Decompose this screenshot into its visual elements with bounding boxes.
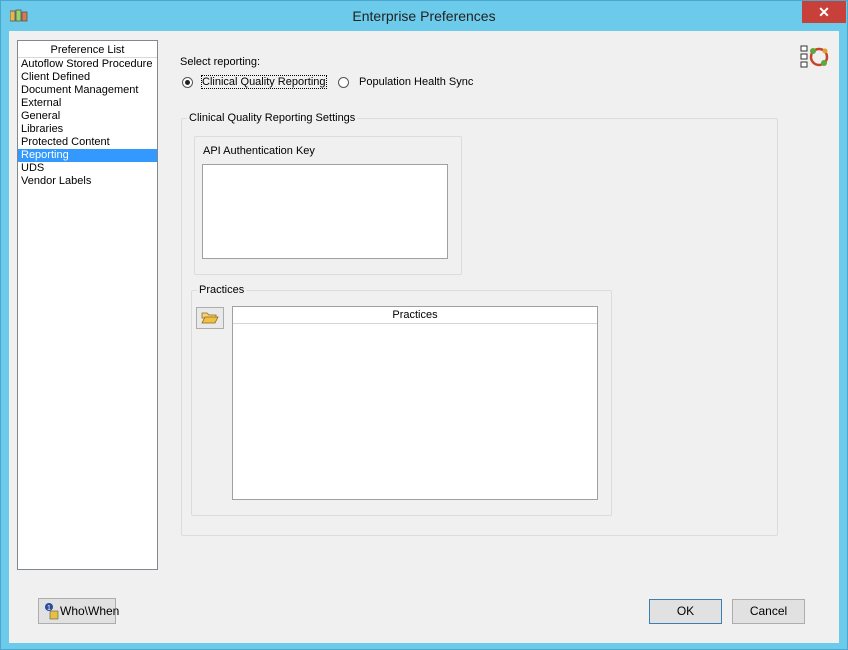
radio-label-clinical-quality-reporting[interactable]: Clinical Quality Reporting <box>201 75 327 89</box>
api-key-input[interactable] <box>202 164 448 259</box>
cqr-settings-title: Clinical Quality Reporting Settings <box>187 112 358 124</box>
preference-list-header: Preference List <box>18 43 157 58</box>
practices-column-header[interactable]: Practices <box>233 307 597 324</box>
practices-group: Practices Practices <box>191 284 612 516</box>
pref-item-autoflow-stored-procedure[interactable]: Autoflow Stored Procedure <box>18 58 157 71</box>
preferences-icon <box>800 45 829 68</box>
cqr-settings-group: Clinical Quality Reporting Settings API … <box>181 112 778 536</box>
preference-list[interactable]: Preference List Autoflow Stored Procedur… <box>17 40 158 570</box>
radio-population-health-sync[interactable] <box>338 77 349 88</box>
pref-item-uds[interactable]: UDS <box>18 162 157 175</box>
pref-item-reporting[interactable]: Reporting <box>18 149 157 162</box>
who-when-button[interactable]: 1 Who\When <box>38 598 120 624</box>
pref-item-general[interactable]: General <box>18 110 157 123</box>
dialog-body: Preference List Autoflow Stored Procedur… <box>9 31 839 643</box>
who-when-icon: 1 <box>45 603 59 620</box>
practices-grid[interactable]: Practices <box>232 306 598 500</box>
pref-item-client-defined[interactable]: Client Defined <box>18 71 157 84</box>
pref-item-libraries[interactable]: Libraries <box>18 123 157 136</box>
title-bar[interactable]: Enterprise Preferences ✕ <box>1 1 847 31</box>
enterprise-preferences-window: Enterprise Preferences ✕ Preference List… <box>0 0 848 650</box>
pref-item-vendor-labels[interactable]: Vendor Labels <box>18 175 157 188</box>
who-when-label: Who\When <box>60 604 120 618</box>
pref-item-external[interactable]: External <box>18 97 157 110</box>
radio-clinical-quality-reporting[interactable] <box>182 77 193 88</box>
pref-item-protected-content[interactable]: Protected Content <box>18 136 157 149</box>
open-folder-button[interactable] <box>196 307 224 329</box>
cancel-button[interactable]: Cancel <box>732 599 805 624</box>
radio-label-population-health-sync[interactable]: Population Health Sync <box>359 76 473 88</box>
window-title: Enterprise Preferences <box>352 8 496 24</box>
close-icon: ✕ <box>818 4 830 20</box>
api-key-group: API Authentication Key <box>194 136 462 275</box>
practices-title: Practices <box>197 284 247 296</box>
select-reporting-label: Select reporting: <box>180 56 261 68</box>
api-key-title: API Authentication Key <box>201 145 317 157</box>
pref-item-document-management[interactable]: Document Management <box>18 84 157 97</box>
close-button[interactable]: ✕ <box>802 1 846 23</box>
folder-open-icon <box>201 312 219 324</box>
ok-button[interactable]: OK <box>649 599 722 624</box>
